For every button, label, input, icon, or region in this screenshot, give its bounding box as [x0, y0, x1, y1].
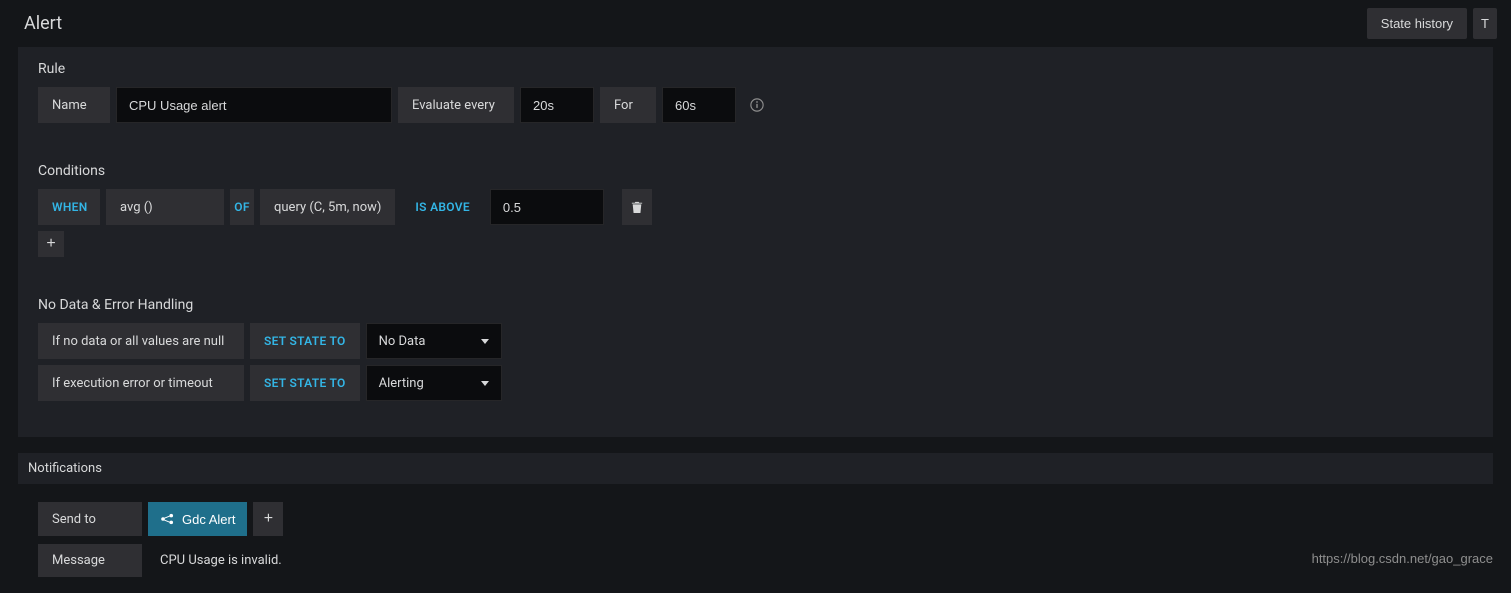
query-select[interactable]: query (C, 5m, now) — [260, 189, 395, 225]
when-label[interactable]: WHEN — [38, 189, 100, 225]
page-title: Alert — [24, 13, 62, 34]
error-state-select[interactable]: Alerting — [366, 365, 502, 401]
plus-icon: + — [264, 510, 273, 528]
evaluator-label[interactable]: IS ABOVE — [401, 189, 484, 225]
nodata-state-value: No Data — [379, 334, 426, 349]
chevron-down-icon — [481, 339, 489, 344]
alert-name-input[interactable] — [116, 87, 392, 123]
set-state-to-label-2: SET STATE TO — [250, 365, 360, 401]
evaluate-every-label: Evaluate every — [398, 87, 514, 123]
info-icon[interactable] — [742, 87, 772, 123]
nodata-heading: No Data & Error Handling — [38, 297, 1473, 313]
rule-heading: Rule — [38, 61, 1473, 77]
threshold-input[interactable] — [490, 189, 604, 225]
set-state-to-label: SET STATE TO — [250, 323, 360, 359]
truncated-button[interactable]: T — [1473, 8, 1497, 39]
notifications-heading: Notifications — [18, 453, 1493, 484]
for-label: For — [600, 87, 656, 123]
state-history-button[interactable]: State history — [1367, 8, 1467, 39]
conditions-heading: Conditions — [38, 163, 1473, 179]
name-label: Name — [38, 87, 110, 123]
plus-icon: + — [46, 235, 55, 253]
nodata-null-label: If no data or all values are null — [38, 323, 244, 359]
trash-icon — [631, 200, 643, 214]
message-value[interactable]: CPU Usage is invalid. — [148, 544, 294, 577]
evaluate-every-input[interactable] — [520, 87, 594, 123]
channel-name: Gdc Alert — [182, 512, 235, 527]
add-condition-button[interactable]: + — [38, 231, 64, 257]
for-input[interactable] — [662, 87, 736, 123]
chevron-down-icon — [481, 381, 489, 386]
send-to-label: Send to — [38, 502, 142, 536]
of-label: OF — [230, 189, 254, 225]
message-label: Message — [38, 544, 142, 577]
share-icon — [160, 513, 175, 525]
delete-condition-button[interactable] — [622, 189, 652, 225]
nodata-state-select[interactable]: No Data — [366, 323, 502, 359]
error-state-value: Alerting — [379, 376, 424, 391]
watermark-text: https://blog.csdn.net/gao_grace — [1312, 551, 1493, 566]
exec-error-label: If execution error or timeout — [38, 365, 244, 401]
add-channel-button[interactable]: + — [253, 502, 283, 536]
reducer-select[interactable]: avg () — [106, 189, 224, 225]
notification-channel-chip[interactable]: Gdc Alert — [148, 502, 247, 536]
